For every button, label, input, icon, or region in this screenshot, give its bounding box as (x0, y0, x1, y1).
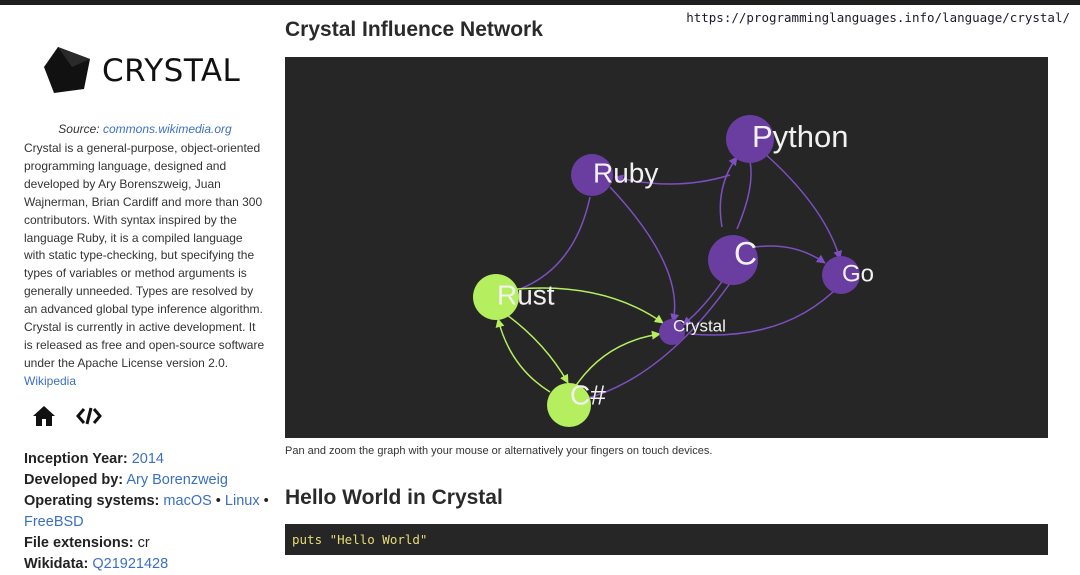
node-label-ruby: Ruby (593, 157, 658, 188)
extensions-value: cr (137, 535, 150, 551)
hello-world-title: Hello World in Crystal (285, 486, 503, 509)
os-row: Operating systems: macOS • Linux • FreeB… (24, 493, 269, 530)
top-bar (0, 0, 1080, 5)
wikidata-row: Wikidata: Q21921428 (24, 554, 274, 575)
node-label-rust: Rust (497, 279, 555, 310)
extensions-row: File extensions: cr (24, 533, 274, 554)
wikipedia-link[interactable]: Wikipedia (24, 374, 76, 388)
edge-ruby-crystal (609, 186, 680, 323)
icon-links (32, 405, 102, 433)
source-link[interactable]: commons.wikimedia.org (103, 122, 232, 136)
crystal-logo-icon (44, 47, 90, 93)
wikidata-link[interactable]: Q21921428 (92, 556, 168, 572)
inception-row: Inception Year: 2014 (24, 449, 274, 470)
home-icon[interactable] (32, 405, 56, 433)
developer-link[interactable]: Ary Borenzweig (126, 472, 228, 488)
edge-c-go (754, 245, 826, 264)
node-ruby[interactable]: Ruby (571, 154, 658, 196)
graph-caption: Pan and zoom the graph with your mouse o… (285, 445, 713, 457)
developer-row: Developed by: Ary Borenzweig (24, 470, 274, 491)
language-facts: Inception Year: 2014 Developed by: Ary B… (24, 449, 274, 575)
node-python[interactable]: Python (726, 115, 849, 163)
os-link-freebsd[interactable]: FreeBSD (24, 514, 84, 530)
logo-text: CRYSTAL (102, 53, 241, 89)
node-crystal[interactable]: Crystal (659, 316, 726, 345)
node-label-python: Python (752, 119, 849, 154)
hello-world-code[interactable]: puts "Hello World" (285, 524, 1048, 555)
edge-c-python (719, 156, 738, 228)
edge-c-python-2 (736, 160, 752, 230)
code-icon[interactable] (76, 405, 102, 433)
influence-graph-svg[interactable]: Python Ruby C Go Rust Crystal C# (285, 57, 1048, 438)
os-link-linux[interactable]: Linux (225, 493, 260, 509)
wikidata-label: Wikidata: (24, 556, 89, 572)
node-label-csharp: C# (570, 379, 606, 410)
node-go[interactable]: Go (822, 256, 874, 294)
description-text: Crystal is a general-purpose, object-ori… (24, 141, 265, 370)
page-url: https://programminglanguages.info/langua… (686, 10, 1070, 25)
image-source: Source: commons.wikimedia.org (24, 122, 266, 136)
node-c[interactable]: C (708, 235, 758, 285)
edge-ruby-rust (519, 196, 591, 290)
crystal-logo: CRYSTAL (42, 43, 252, 99)
edge-python-go (762, 151, 843, 260)
node-label-c: C (734, 235, 757, 271)
edge-rust-csharp (502, 311, 569, 384)
node-label-go: Go (842, 260, 874, 287)
developer-label: Developed by: (24, 472, 124, 488)
node-label-crystal: Crystal (673, 316, 726, 335)
language-description: Crystal is a general-purpose, object-ori… (24, 140, 266, 391)
influence-graph[interactable]: Python Ruby C Go Rust Crystal C# (285, 57, 1048, 438)
source-prefix: Source: (58, 122, 100, 136)
edge-csharp-rust (495, 318, 551, 393)
os-label: Operating systems: (24, 493, 160, 509)
inception-link[interactable]: 2014 (132, 451, 164, 467)
node-csharp[interactable]: C# (547, 379, 606, 427)
inception-label: Inception Year: (24, 451, 128, 467)
network-title: Crystal Influence Network (285, 18, 543, 41)
os-link-macos[interactable]: macOS (163, 493, 211, 509)
extensions-label: File extensions: (24, 535, 134, 551)
node-rust[interactable]: Rust (473, 274, 555, 320)
